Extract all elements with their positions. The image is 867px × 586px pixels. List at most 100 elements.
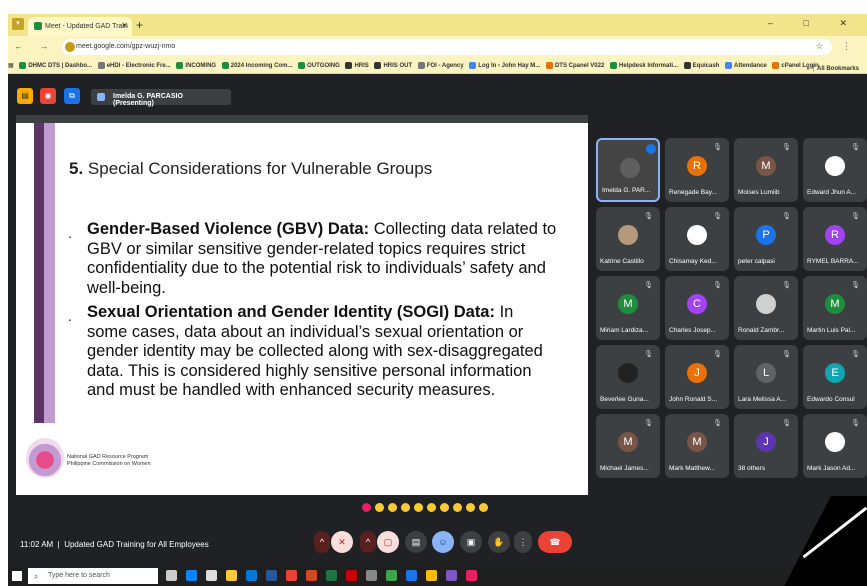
tab-title: Meet - Updated GAD Train bbox=[45, 22, 128, 30]
bookmark-item[interactable]: Helpdesk Informati... bbox=[609, 62, 678, 69]
windows-start-icon[interactable] bbox=[12, 571, 22, 581]
thinking-reaction-icon[interactable] bbox=[453, 503, 462, 512]
file-explorer-icon[interactable] bbox=[226, 570, 237, 581]
participant-tile[interactable]: 🎙 M Mark Matthew... bbox=[665, 414, 729, 478]
bookmark-item[interactable]: HRIS bbox=[345, 62, 369, 69]
participant-tile[interactable]: 🎙 Katrine Castillo bbox=[596, 207, 660, 271]
slide-title: 5. Special Considerations for Vulnerable… bbox=[69, 159, 433, 178]
task-view-icon[interactable] bbox=[166, 570, 177, 581]
emoji-button[interactable]: ☺ bbox=[432, 531, 454, 553]
site-info-icon[interactable] bbox=[65, 42, 75, 52]
captions-button[interactable]: ▤ bbox=[405, 531, 427, 553]
tab-meet[interactable]: Meet - Updated GAD Train ✕ bbox=[28, 17, 132, 36]
bookmark-item[interactable]: 2024 Incoming Com... bbox=[221, 62, 292, 69]
bookmark-item[interactable]: Attendance bbox=[725, 62, 767, 69]
reaction-bar[interactable] bbox=[362, 503, 492, 514]
thumbs-down-reaction-icon[interactable] bbox=[466, 503, 475, 512]
powerpoint-icon[interactable] bbox=[306, 570, 317, 581]
participant-name: Renegade Bay... bbox=[669, 189, 717, 196]
mic-options-icon[interactable]: ^ bbox=[314, 531, 330, 553]
url-input[interactable]: meet.google.com/gpz-wuzj-nmo bbox=[62, 39, 832, 55]
laugh-reaction-icon[interactable] bbox=[414, 503, 423, 512]
bullet-gbv: Gender-Based Violence (GBV) Data: Collec… bbox=[87, 220, 557, 297]
mail-icon[interactable] bbox=[246, 570, 257, 581]
mic-muted-icon: 🎙 bbox=[782, 420, 791, 427]
bookmark-item[interactable]: eHDI - Electronic Fre... bbox=[97, 62, 171, 69]
participant-tile[interactable]: 🎙 M Michael James... bbox=[596, 414, 660, 478]
bookmark-item[interactable]: DHMC DTS | Dashbo... bbox=[19, 62, 92, 69]
bookmark-item[interactable]: OUTGOING bbox=[298, 62, 340, 69]
thumbs-up-reaction-icon[interactable] bbox=[375, 503, 384, 512]
bookmark-item[interactable]: Equicash bbox=[683, 62, 719, 69]
participant-name: Chisamay Ked... bbox=[669, 258, 717, 265]
notepad-icon[interactable] bbox=[366, 570, 377, 581]
participant-tile[interactable]: 🎙 L Lara Melissa A... bbox=[734, 345, 798, 409]
leave-call-button[interactable]: ☎ bbox=[538, 531, 572, 553]
participant-tile[interactable]: 🎙 Mark Jason Ad... bbox=[803, 414, 867, 478]
app-icon[interactable] bbox=[406, 570, 417, 581]
presenting-indicator: Imelda G. PARCASIO (Presenting) bbox=[91, 89, 231, 107]
chrome-icon[interactable] bbox=[426, 570, 437, 581]
camera-off-button[interactable]: ▢ bbox=[377, 531, 399, 553]
antivirus-icon[interactable] bbox=[346, 570, 357, 581]
edge-icon[interactable] bbox=[186, 570, 197, 581]
participant-tile[interactable]: 🎙 Ppeter calpasi bbox=[734, 207, 798, 271]
participant-tile[interactable]: 🎙 Edward Jhun A... bbox=[803, 138, 867, 202]
store-icon[interactable] bbox=[206, 570, 217, 581]
surprise-reaction-icon[interactable] bbox=[427, 503, 436, 512]
bookmark-item[interactable]: FOI - Agency bbox=[417, 62, 464, 69]
app-icon[interactable] bbox=[386, 570, 397, 581]
bookmark-item[interactable]: INCOMING bbox=[176, 62, 216, 69]
vpn-icon[interactable] bbox=[286, 570, 297, 581]
participant-tile[interactable]: 🎙 M Martin Luis Pal... bbox=[803, 276, 867, 340]
participant-tile[interactable]: 🎙 Beverlee Guna... bbox=[596, 345, 660, 409]
taskbar-search-input[interactable]: ⌕ Type here to search bbox=[28, 568, 158, 584]
participant-tile[interactable]: 🎙 C Charles Josep... bbox=[665, 276, 729, 340]
sad-reaction-icon[interactable] bbox=[440, 503, 449, 512]
mic-off-button[interactable]: ✕ bbox=[331, 531, 353, 553]
participant-tile[interactable]: 🎙 J John Ronald S... bbox=[665, 345, 729, 409]
mic-muted-icon: 🎙 bbox=[713, 213, 722, 220]
excel-icon[interactable] bbox=[326, 570, 337, 581]
new-tab-button[interactable]: + bbox=[136, 18, 143, 32]
raise-hand-button[interactable]: ✋ bbox=[488, 531, 510, 553]
participant-name: Moises Lumiib bbox=[738, 189, 780, 196]
participant-tile[interactable]: 🎙 Chisamay Ked... bbox=[665, 207, 729, 271]
participant-tile[interactable]: 🎙 M Miriam Lardiza... bbox=[596, 276, 660, 340]
apps-grid-icon[interactable]: ▦ bbox=[8, 62, 14, 69]
participant-avatar: P bbox=[756, 225, 776, 245]
participant-tile[interactable]: 🎙 Ronald Zambr... bbox=[734, 276, 798, 340]
bookmark-item[interactable]: DTS Cpanel V022 bbox=[545, 62, 604, 69]
participant-tile[interactable]: 🎙 J 38 others bbox=[734, 414, 798, 478]
participant-tile[interactable]: 🎙 R Renegade Bay... bbox=[665, 138, 729, 202]
bookmark-star-icon[interactable]: ☆ ⋮ bbox=[815, 41, 859, 52]
present-button[interactable]: ▣ bbox=[460, 531, 482, 553]
tab-close-icon[interactable]: ✕ bbox=[121, 21, 128, 30]
tab-search-icon[interactable]: ▾ bbox=[12, 18, 24, 30]
participant-tile[interactable]: 🎙 E Edwardo Consul bbox=[803, 345, 867, 409]
camera-options-icon[interactable]: ^ bbox=[360, 531, 376, 553]
mic-muted-icon: 🎙 bbox=[713, 144, 722, 151]
heart-reaction-icon[interactable] bbox=[362, 503, 371, 512]
bullet-marker: . bbox=[68, 225, 72, 241]
record-icon[interactable]: ◉ bbox=[40, 88, 56, 104]
participant-avatar: M bbox=[618, 432, 638, 452]
mic-muted-icon: 🎙 bbox=[851, 282, 860, 289]
app-icon[interactable] bbox=[466, 570, 477, 581]
app-icon[interactable] bbox=[446, 570, 457, 581]
window-controls[interactable]: – □ ✕ bbox=[768, 18, 861, 29]
word-icon[interactable] bbox=[266, 570, 277, 581]
participant-avatar: J bbox=[687, 363, 707, 383]
party-reaction-icon[interactable] bbox=[388, 503, 397, 512]
more-options-button[interactable]: ⋮ bbox=[514, 531, 532, 553]
clap-reaction-icon[interactable] bbox=[401, 503, 410, 512]
all-bookmarks-button[interactable]: » │ All Bookmarks bbox=[807, 66, 859, 72]
share-icon[interactable]: ⧉ bbox=[64, 88, 80, 104]
participant-tile[interactable]: Imelda G. PAR... bbox=[596, 138, 660, 202]
activities-icon[interactable]: ▤ bbox=[17, 88, 33, 104]
bookmark-item[interactable]: HRIS OUT bbox=[374, 62, 412, 69]
participant-tile[interactable]: 🎙 R RYMEL BARRA... bbox=[803, 207, 867, 271]
more-reactions-icon[interactable] bbox=[479, 503, 488, 512]
bookmark-item[interactable]: Log In ‹ John Hay M... bbox=[469, 62, 540, 69]
participant-tile[interactable]: 🎙 M Moises Lumiib bbox=[734, 138, 798, 202]
